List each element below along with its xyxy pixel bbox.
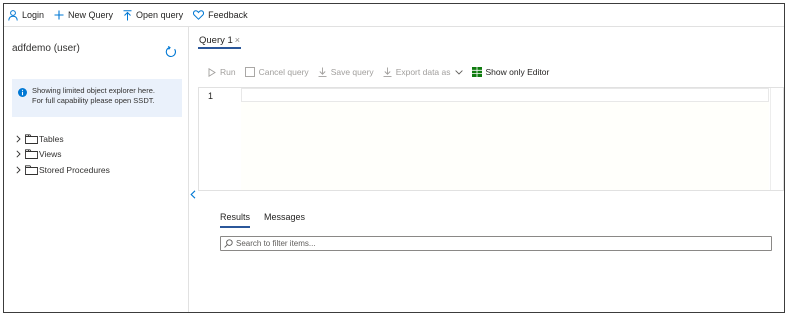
chevron-down-icon: [454, 69, 463, 75]
code-line-1[interactable]: [241, 88, 769, 102]
query-tabs: Query 1 ×: [198, 33, 242, 49]
tree-item-views[interactable]: Views: [16, 147, 110, 163]
feedback-label: Feedback: [208, 10, 248, 20]
tab-messages[interactable]: Messages: [264, 212, 305, 228]
tab-results[interactable]: Results: [220, 212, 251, 228]
object-tree: Tables Views Stored Procedures: [16, 131, 110, 178]
play-icon: [208, 67, 216, 77]
app-window: Login New Query Open query Feedback adfd…: [3, 3, 785, 313]
grid-icon: [471, 67, 482, 77]
info-icon: [18, 88, 27, 97]
login-button[interactable]: Login: [8, 4, 44, 27]
tree-item-label: Views: [39, 149, 62, 160]
cancel-query-button[interactable]: Cancel query: [244, 67, 309, 77]
search-icon: [224, 239, 233, 248]
download-icon: [318, 67, 327, 77]
new-query-label: New Query: [68, 10, 114, 20]
feedback-button[interactable]: Feedback: [193, 4, 248, 27]
code-area[interactable]: [241, 102, 769, 190]
run-label: Run: [220, 67, 236, 77]
run-button[interactable]: Run: [208, 67, 236, 77]
download-icon: [383, 67, 392, 77]
folder-icon: [25, 165, 38, 175]
chevron-right-icon: [16, 150, 24, 158]
tab-query-1[interactable]: Query 1 ×: [198, 33, 242, 49]
heart-icon: [193, 10, 205, 20]
object-explorer: adfdemo (user) Showing limited object ex…: [4, 27, 189, 312]
person-icon: [8, 9, 18, 21]
open-query-label: Open query: [136, 10, 184, 20]
folder-icon: [25, 134, 38, 144]
plus-icon: [54, 10, 64, 20]
export-data-button[interactable]: Export data as: [383, 67, 463, 77]
info-text: Showing limited object explorer here. Fo…: [32, 86, 155, 106]
show-only-editor-label: Show only Editor: [485, 67, 550, 77]
checkbox-icon: [244, 67, 255, 77]
info-line-1: Showing limited object explorer here.: [32, 86, 155, 95]
top-toolbar: Login New Query Open query Feedback: [4, 4, 784, 27]
show-only-editor-button[interactable]: Show only Editor: [471, 67, 550, 77]
close-icon[interactable]: ×: [235, 35, 240, 45]
line-number: 1: [208, 91, 214, 101]
results-tabs: Results Messages: [220, 212, 319, 228]
info-line-2: For full capability please open SSDT.: [32, 96, 155, 105]
refresh-icon[interactable]: [165, 46, 177, 58]
save-query-button[interactable]: Save query: [318, 67, 374, 77]
filter-box[interactable]: [220, 236, 772, 251]
code-editor[interactable]: 1: [198, 87, 784, 191]
new-query-button[interactable]: New Query: [54, 4, 113, 27]
tree-item-stored-procedures[interactable]: Stored Procedures: [16, 162, 110, 178]
tree-item-tables[interactable]: Tables: [16, 131, 110, 147]
folder-icon: [25, 149, 38, 160]
connection-title: adfdemo (user): [12, 43, 80, 54]
save-query-label: Save query: [330, 67, 374, 77]
tree-item-label: Stored Procedures: [39, 164, 110, 175]
query-pane: Query 1 × Run Cancel query Save query Ex…: [190, 27, 784, 312]
cancel-query-label: Cancel query: [258, 67, 309, 77]
search-input[interactable]: [236, 237, 756, 250]
upload-icon: [123, 9, 132, 20]
tab-label: Query 1: [199, 34, 233, 46]
export-data-label: Export data as: [395, 67, 451, 77]
open-query-button[interactable]: Open query: [123, 4, 183, 27]
info-banner: Showing limited object explorer here. Fo…: [12, 79, 182, 117]
query-toolbar: Run Cancel query Save query Export data …: [208, 64, 558, 80]
editor-scrollbar[interactable]: [770, 88, 783, 190]
tree-item-label: Tables: [39, 133, 64, 144]
chevron-right-icon: [16, 166, 24, 174]
chevron-right-icon: [16, 135, 24, 143]
login-label: Login: [22, 10, 45, 20]
